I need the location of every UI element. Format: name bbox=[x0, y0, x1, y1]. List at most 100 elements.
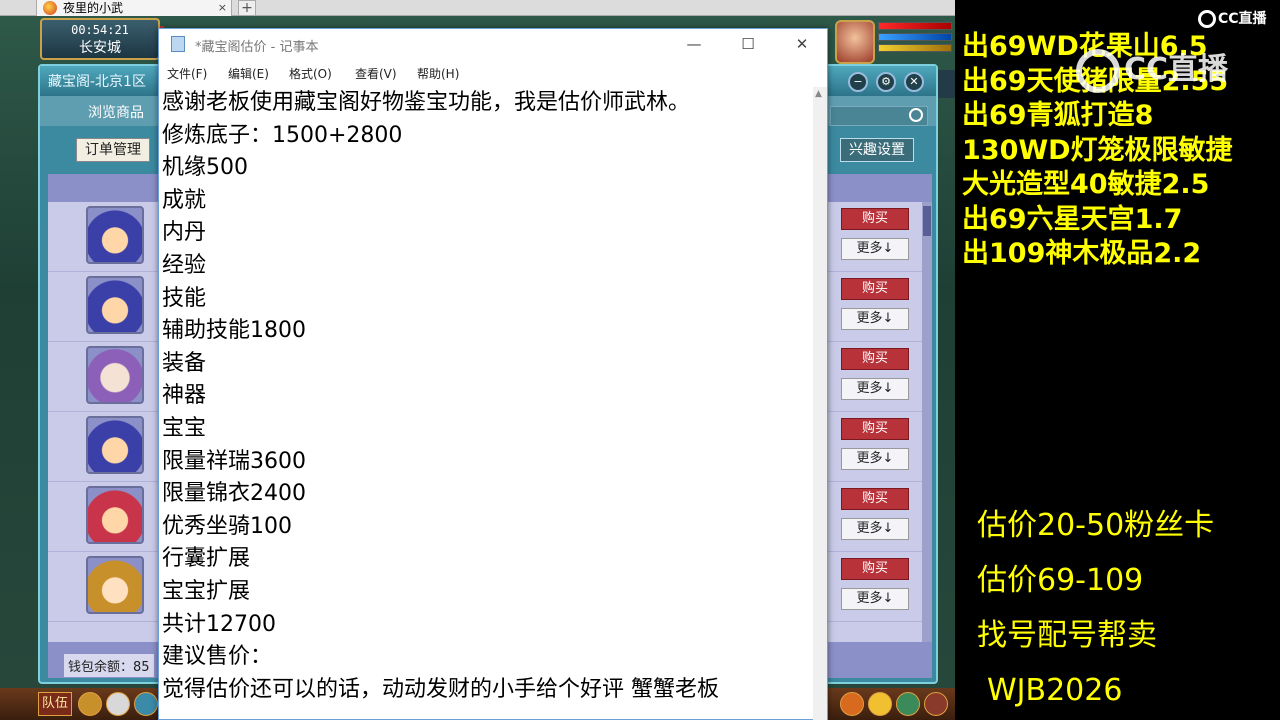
notepad-line: 限量祥瑞3600 bbox=[162, 448, 306, 474]
stream-overlay: 出69WD花果山6.5 出69天使猪限量2.55 出69青狐打造8 130WD灯笼极限… bbox=[955, 0, 1280, 720]
service-item: 找号配号帮卖 bbox=[977, 618, 1157, 653]
character-avatar[interactable] bbox=[86, 206, 144, 264]
cc-logo-icon bbox=[1198, 10, 1216, 28]
character-avatar[interactable] bbox=[86, 486, 144, 544]
notepad-scrollbar[interactable]: ▲ bbox=[813, 87, 827, 720]
notepad-line: 共计12700 bbox=[162, 611, 276, 637]
notepad-line: 机缘500 bbox=[162, 155, 248, 181]
character-avatar[interactable] bbox=[86, 346, 144, 404]
notepad-line: 修炼底子：1500+2800 bbox=[162, 122, 403, 148]
notepad-icon bbox=[171, 36, 185, 52]
sale-item: 大光造型40敏捷2.5 bbox=[962, 169, 1210, 200]
scroll-up-icon[interactable]: ▲ bbox=[815, 89, 822, 99]
character-avatar[interactable] bbox=[86, 276, 144, 334]
notepad-titlebar[interactable]: *藏宝阁估价 - 记事本 — ☐ ✕ bbox=[159, 29, 827, 59]
notepad-text-area[interactable]: 感谢老板使用藏宝阁好物鉴宝功能，我是估价师武林。 修炼底子：1500+2800 机缘… bbox=[162, 87, 812, 720]
panel-title: 藏宝阁-北京1区 bbox=[48, 74, 146, 90]
notepad-line: 宝宝 bbox=[162, 415, 207, 441]
chat-icon[interactable] bbox=[106, 692, 130, 716]
buy-button[interactable]: 购买 bbox=[841, 418, 909, 440]
notepad-line: 内丹 bbox=[162, 220, 207, 246]
more-button[interactable]: 更多↓ bbox=[841, 238, 909, 260]
notepad-line: 神器 bbox=[162, 383, 207, 409]
cc-live-watermark: CC直播 bbox=[1076, 44, 1228, 93]
close-tab-icon[interactable]: × bbox=[218, 0, 227, 16]
notepad-line: 辅助技能1800 bbox=[162, 318, 306, 344]
minimize-icon[interactable]: − bbox=[848, 72, 868, 92]
notepad-window: *藏宝阁估价 - 记事本 — ☐ ✕ 文件(F) 编辑(E) 格式(O) 查看(V)… bbox=[158, 28, 828, 720]
browser-tab-title: 夜里的小武 bbox=[63, 1, 124, 15]
sale-item: 出69青狐打造8 bbox=[962, 100, 1154, 131]
order-management-button[interactable]: 订单管理 bbox=[76, 138, 150, 162]
more-button[interactable]: 更多↓ bbox=[841, 518, 909, 540]
scrollbar-thumb[interactable] bbox=[923, 206, 931, 236]
new-tab-button[interactable]: + bbox=[238, 0, 256, 16]
team-button[interactable]: 队伍 bbox=[38, 692, 72, 716]
service-item: 估价20-50粉丝卡 bbox=[977, 508, 1215, 543]
notepad-menubar: 文件(F) 编辑(E) 格式(O) 查看(V) 帮助(H) bbox=[159, 61, 827, 85]
minimize-button[interactable]: — bbox=[679, 33, 709, 55]
cc-watermark-icon bbox=[1076, 48, 1120, 93]
menu-file[interactable]: 文件(F) bbox=[167, 65, 207, 82]
hp-bar bbox=[878, 22, 952, 30]
sale-item: 130WD灯笼极限敏捷 bbox=[962, 134, 1233, 166]
close-button[interactable]: ✕ bbox=[787, 33, 817, 55]
more-button[interactable]: 更多↓ bbox=[841, 588, 909, 610]
notepad-line: 经验 bbox=[162, 252, 207, 278]
pet-icon[interactable] bbox=[896, 692, 920, 716]
sale-item: 出69六星天宫1.7 bbox=[962, 203, 1183, 235]
microphone-icon[interactable] bbox=[78, 692, 102, 716]
menu-format[interactable]: 格式(O) bbox=[289, 65, 332, 82]
service-list: 估价20-50粉丝卡 估价69-109 找号配号帮卖 WJB2026 bbox=[977, 498, 1277, 718]
notepad-line: 限量锦衣2400 bbox=[162, 481, 306, 507]
emote-icon[interactable] bbox=[134, 692, 158, 716]
maximize-button[interactable]: ☐ bbox=[733, 33, 763, 55]
mp-bar bbox=[878, 33, 952, 41]
interest-settings-button[interactable]: 兴趣设置 bbox=[840, 138, 914, 162]
search-icon[interactable] bbox=[909, 108, 923, 122]
buy-button[interactable]: 购买 bbox=[841, 348, 909, 370]
notepad-line: 行囊扩展 bbox=[162, 546, 251, 572]
notepad-title: *藏宝阁估价 - 记事本 bbox=[195, 40, 319, 55]
panel-search-input[interactable] bbox=[830, 106, 928, 126]
more-button[interactable]: 更多↓ bbox=[841, 378, 909, 400]
game-clock: 00:54:21 bbox=[71, 23, 129, 37]
service-item: 估价69-109 bbox=[977, 563, 1144, 598]
smiley-icon[interactable] bbox=[868, 692, 892, 716]
notepad-line: 宝宝扩展 bbox=[162, 578, 251, 604]
close-icon[interactable]: ✕ bbox=[904, 72, 924, 92]
game-favicon-icon bbox=[43, 1, 57, 15]
buy-button[interactable]: 购买 bbox=[841, 488, 909, 510]
notepad-line: 感谢老板使用藏宝阁好物鉴宝功能，我是估价师武林。 bbox=[162, 90, 691, 115]
menu-icon[interactable] bbox=[924, 692, 948, 716]
character-avatar[interactable] bbox=[86, 416, 144, 474]
current-city: 长安城 bbox=[79, 40, 121, 56]
wallet-balance: 钱包余额：85 bbox=[64, 654, 154, 677]
cc-live-logo-small: CC直播 bbox=[1198, 8, 1267, 28]
menu-view[interactable]: 查看(V) bbox=[355, 65, 397, 82]
menu-help[interactable]: 帮助(H) bbox=[417, 65, 459, 82]
notepad-line: 觉得估价还可以的话，动动发财的小手给个好评 蟹蟹老板 bbox=[162, 676, 719, 702]
exp-bar bbox=[878, 44, 952, 52]
action-icon[interactable] bbox=[840, 692, 864, 716]
gear-icon[interactable]: ⚙ bbox=[876, 72, 896, 92]
buy-button[interactable]: 购买 bbox=[841, 278, 909, 300]
cc-watermark-text: CC直播 bbox=[1124, 52, 1229, 87]
time-location-hud: 00:54:21 长安城 bbox=[40, 18, 160, 60]
browser-tab-bar: 夜里的小武 × + bbox=[0, 0, 955, 16]
character-avatar[interactable] bbox=[86, 556, 144, 614]
more-button[interactable]: 更多↓ bbox=[841, 308, 909, 330]
menu-edit[interactable]: 编辑(E) bbox=[228, 65, 269, 82]
more-button[interactable]: 更多↓ bbox=[841, 448, 909, 470]
notepad-line: 技能 bbox=[162, 285, 207, 311]
buy-button[interactable]: 购买 bbox=[841, 208, 909, 230]
notepad-line: 建议售价： bbox=[162, 644, 273, 670]
tab-browse-goods[interactable]: 浏览商品 bbox=[88, 102, 144, 122]
player-status-bars bbox=[878, 22, 952, 62]
player-portrait-avatar[interactable] bbox=[835, 20, 875, 64]
buy-button[interactable]: 购买 bbox=[841, 558, 909, 580]
browser-tab[interactable]: 夜里的小武 × bbox=[36, 0, 232, 16]
notepad-line: 装备 bbox=[162, 350, 207, 376]
list-scrollbar[interactable] bbox=[922, 202, 932, 642]
notepad-line: 成就 bbox=[162, 187, 207, 213]
